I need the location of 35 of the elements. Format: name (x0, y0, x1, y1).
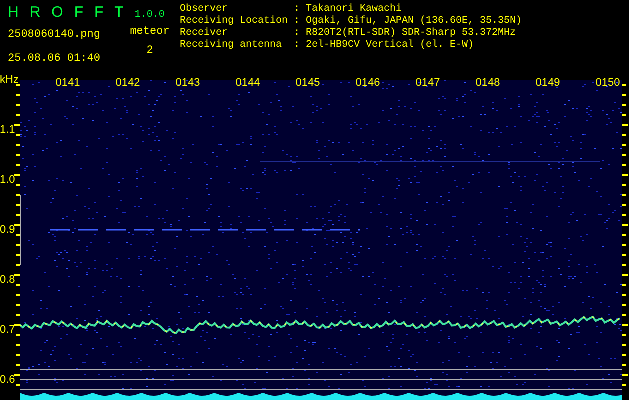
meteor-label: meteor (130, 25, 170, 40)
info-value: 2el-HB9CV Vertical (el. E-W) (306, 40, 474, 52)
time-label: 0142 (116, 77, 140, 89)
time-label: 0144 (236, 77, 260, 89)
info-separator: : (294, 40, 302, 52)
info-label: Receiving antenna (180, 40, 284, 52)
time-label: 0141 (56, 77, 80, 89)
time-label: 0146 (356, 77, 380, 89)
unit-label: kHz (0, 73, 19, 88)
file-name: 2508060140.png (8, 28, 102, 42)
info-label: Observer (180, 4, 230, 16)
time-label: 0143 (176, 77, 200, 89)
app-title: HROFFT (8, 3, 135, 23)
time-label: 0145 (296, 77, 320, 89)
frequency-label: 1.0 (0, 174, 16, 186)
info-value: Ogaki, Gifu, JAPAN (136.60E, 35.35N) (306, 16, 522, 28)
info-separator: : (294, 28, 302, 40)
frequency-label: 0.7 (0, 324, 16, 336)
info-label: Receiving Location (180, 16, 290, 28)
info-separator: : (294, 4, 302, 16)
time-label: 0150 (596, 77, 620, 89)
info-separator: : (294, 16, 302, 28)
date-time: 25.08.06 01:40 (8, 52, 102, 67)
info-label: Receiver (180, 28, 230, 40)
frequency-label: 1.1 (0, 124, 16, 136)
time-label: 0147 (416, 77, 440, 89)
frequency-label: 0.6 (0, 374, 16, 386)
time-label: 0148 (476, 77, 500, 89)
frequency-label: 0.8 (0, 274, 16, 286)
frequency-label: 0.9 (0, 224, 16, 236)
meteor-count: 2 (146, 44, 154, 58)
time-label: 0149 (536, 77, 560, 89)
app-version: 1.0.0 (134, 9, 165, 23)
info-value: R820T2(RTL-SDR) SDR-Sharp 53.372MHz (306, 28, 516, 40)
info-value: Takanori Kawachi (306, 4, 402, 16)
